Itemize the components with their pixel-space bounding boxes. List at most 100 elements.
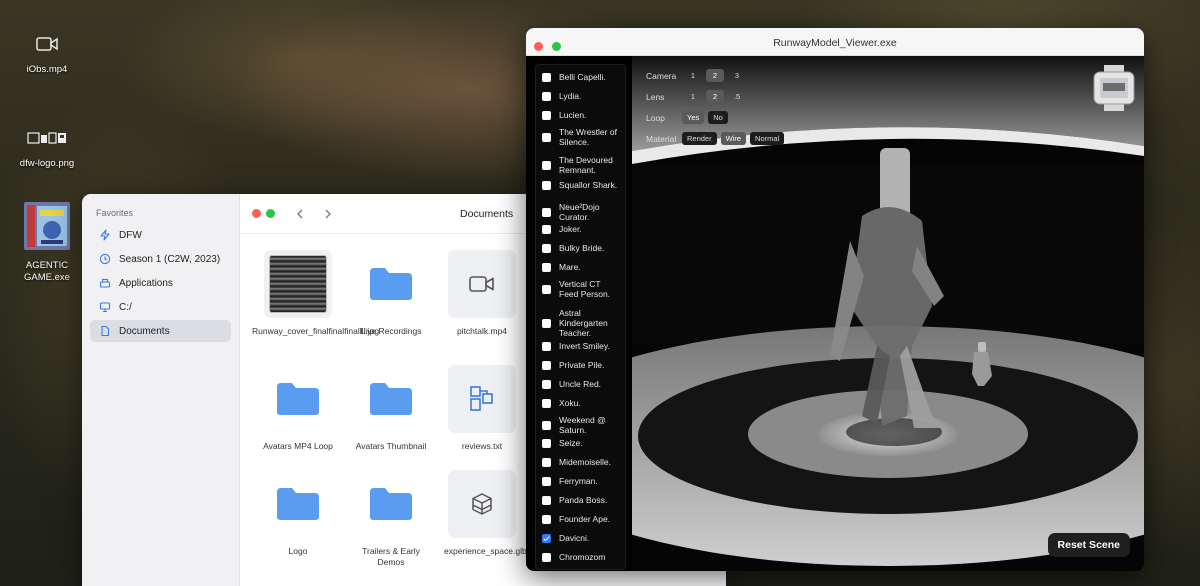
- checkbox-icon[interactable]: [542, 438, 551, 448]
- file-item[interactable]: pitchtalk.mp4: [436, 250, 528, 337]
- character-checkbox-item[interactable]: Mare.: [542, 262, 621, 272]
- character-checkbox-item[interactable]: Bulky Bride.: [542, 243, 621, 253]
- file-item[interactable]: Trailers & Early Demos: [345, 470, 437, 568]
- character-checkbox-item[interactable]: Lucien.: [542, 110, 621, 120]
- checkbox-icon[interactable]: [542, 457, 551, 467]
- clock-icon: [97, 251, 113, 267]
- desktop-icon-agentic-game[interactable]: AGENTIC GAME.exe: [9, 200, 85, 284]
- character-checkbox-item[interactable]: Neue²Dojo Curator.: [542, 202, 621, 222]
- sidebar-item-label: DFW: [119, 229, 142, 241]
- character-checkbox-item[interactable]: Private Pile.: [542, 360, 621, 370]
- checkbox-icon[interactable]: [542, 262, 551, 272]
- folder-icon: [357, 365, 425, 433]
- checkbox-icon[interactable]: [542, 379, 551, 389]
- character-label: The Devoured Remnant.: [559, 155, 613, 175]
- lens-option-2[interactable]: 2: [706, 90, 724, 103]
- character-checkbox-item[interactable]: Xoku.: [542, 398, 621, 408]
- loop-option-yes[interactable]: Yes: [682, 111, 705, 124]
- character-checkbox-item[interactable]: Seize.: [542, 438, 621, 448]
- character-label: Squallor Shark.: [559, 180, 618, 190]
- lens-option-1[interactable]: 1: [684, 90, 702, 103]
- file-item[interactable]: Avatars Thumbnail: [345, 365, 437, 452]
- file-item[interactable]: experience_space.glb: [436, 470, 528, 557]
- reset-scene-button[interactable]: Reset Scene: [1047, 533, 1130, 557]
- character-checkbox-item[interactable]: The Devoured Remnant.: [542, 155, 621, 175]
- desktop-icon-label: dfw-logo.png: [19, 158, 75, 169]
- lens-control: Lens 1 2 .5: [646, 90, 750, 103]
- sidebar-item-documents[interactable]: Documents: [90, 320, 231, 342]
- checkbox-icon[interactable]: [542, 420, 551, 430]
- camera-option-1[interactable]: 1: [684, 69, 702, 82]
- forward-button[interactable]: [320, 206, 336, 222]
- folder-icon: [264, 470, 332, 538]
- folder-icon: [357, 470, 425, 538]
- checkbox-icon[interactable]: [542, 224, 551, 234]
- character-checkbox-item[interactable]: The Wrestler of Silence.: [542, 127, 621, 147]
- character-checkbox-item[interactable]: Uncle Red.: [542, 379, 621, 389]
- back-button[interactable]: [292, 206, 308, 222]
- sidebar-item-c-drive[interactable]: C:/: [90, 296, 231, 318]
- camera-option-2[interactable]: 2: [706, 69, 724, 82]
- camera-option-3[interactable]: 3: [728, 69, 746, 82]
- checkbox-icon[interactable]: [542, 476, 551, 486]
- game-cartridge-icon: [9, 200, 85, 252]
- character-checkbox-item[interactable]: Invert Smiley.: [542, 341, 621, 351]
- character-checkbox-item[interactable]: Chromozom: [542, 552, 621, 562]
- loop-option-no[interactable]: No: [708, 111, 728, 124]
- material-option-render[interactable]: Render: [682, 132, 717, 145]
- checkbox-icon[interactable]: [542, 318, 551, 328]
- checkbox-icon[interactable]: [542, 341, 551, 351]
- checkbox-icon[interactable]: [542, 360, 551, 370]
- checkbox-icon[interactable]: [542, 284, 551, 294]
- checkbox-icon[interactable]: [542, 180, 551, 190]
- sidebar-item-season[interactable]: Season 1 (C2W, 2023): [90, 248, 231, 270]
- character-checkbox-item[interactable]: Midemoiselle.: [542, 457, 621, 467]
- checkbox-icon[interactable]: [542, 110, 551, 120]
- character-checkbox-item[interactable]: Joker.: [542, 224, 621, 234]
- material-option-normal[interactable]: Normal: [750, 132, 785, 145]
- character-checkbox-item[interactable]: Squallor Shark.: [542, 180, 621, 190]
- character-checkbox-item[interactable]: Vertical CT Feed Person.: [542, 279, 621, 299]
- character-checkbox-item[interactable]: Founder Ape.: [542, 514, 621, 524]
- character-checkbox-item[interactable]: Lydia.: [542, 91, 621, 101]
- sidebar-item-dfw[interactable]: DFW: [90, 224, 231, 246]
- checkbox-checked-icon[interactable]: [542, 533, 551, 543]
- desktop-icon-dfw-logo[interactable]: dfw-logo.png: [9, 126, 85, 170]
- checkbox-icon[interactable]: [542, 243, 551, 253]
- checkbox-icon[interactable]: [542, 160, 551, 170]
- file-item[interactable]: Logo: [252, 470, 344, 557]
- checkbox-icon[interactable]: [542, 91, 551, 101]
- character-checkbox-item[interactable]: Astral Kindergarten Teacher.: [542, 308, 621, 338]
- character-checkbox-item[interactable]: Davicni.: [542, 533, 621, 543]
- character-checkbox-item[interactable]: Weekend @ Saturn.: [542, 415, 621, 435]
- lens-option-half[interactable]: .5: [728, 90, 746, 103]
- sidebar-item-applications[interactable]: Applications: [90, 272, 231, 294]
- zoom-button[interactable]: [266, 209, 275, 218]
- close-button[interactable]: [252, 209, 261, 218]
- loop-control: Loop Yes No: [646, 111, 732, 124]
- file-item[interactable]: Avatars MP4 Loop: [252, 365, 344, 452]
- checkbox-icon[interactable]: [542, 132, 551, 142]
- desktop-icon-label: iObs.mp4: [26, 64, 68, 75]
- character-checkbox-item[interactable]: Panda Boss.: [542, 495, 621, 505]
- file-item[interactable]: reviews.txt: [436, 365, 528, 452]
- apps-icon: [97, 275, 113, 291]
- character-label: Bulky Bride.: [559, 243, 605, 253]
- character-label: Ferryman.: [559, 476, 598, 486]
- checkbox-icon[interactable]: [542, 207, 551, 217]
- character-label: Weekend @ Saturn.: [559, 415, 606, 435]
- checkbox-icon[interactable]: [542, 72, 551, 82]
- character-checkbox-item[interactable]: Ferryman.: [542, 476, 621, 486]
- checkbox-icon[interactable]: [542, 495, 551, 505]
- window-title: RunwayModel_Viewer.exe: [773, 37, 897, 49]
- checkbox-icon[interactable]: [542, 514, 551, 524]
- checkbox-icon[interactable]: [542, 398, 551, 408]
- sidebar-heading: Favorites: [96, 208, 134, 218]
- checkbox-icon[interactable]: [542, 552, 551, 562]
- file-item[interactable]: Runway_cover_finalfinalfinallll.jpg: [252, 250, 379, 337]
- sidebar: Favorites DFW Season 1 (C2W, 2023) Appli…: [82, 194, 240, 586]
- desktop-icon-iobs[interactable]: iObs.mp4: [9, 32, 85, 76]
- material-option-wire[interactable]: Wire: [720, 132, 747, 145]
- character-checkbox-item[interactable]: Belli Capelli.: [542, 72, 621, 82]
- file-item[interactable]: Live Recordings: [345, 250, 437, 337]
